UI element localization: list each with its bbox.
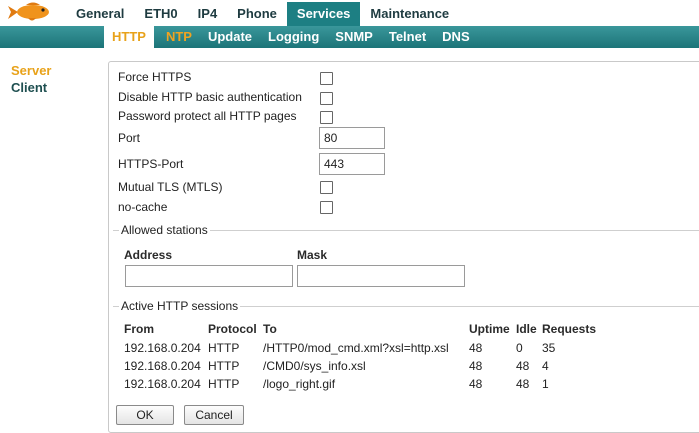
- mask-input[interactable]: [297, 265, 465, 287]
- goldfish-logo-icon: [8, 2, 49, 21]
- left-nav-server[interactable]: Server: [11, 62, 51, 79]
- subtab-logging[interactable]: Logging: [260, 26, 327, 48]
- subtab-http[interactable]: HTTP: [104, 26, 154, 48]
- session-to: /HTTP0/mod_cmd.xml?xsl=http.xsl: [263, 341, 449, 355]
- tab-phone[interactable]: Phone: [227, 2, 287, 26]
- subtab-snmp[interactable]: SNMP: [327, 26, 381, 48]
- settings-panel: Force HTTPS Disable HTTP basic authentic…: [108, 61, 699, 433]
- address-input[interactable]: [125, 265, 293, 287]
- password-protect-label: Password protect all HTTP pages: [118, 109, 297, 123]
- session-from: 192.168.0.204: [124, 341, 201, 355]
- sessions-legend: Active HTTP sessions: [119, 299, 241, 313]
- session-protocol: HTTP: [208, 359, 240, 373]
- disable-basic-auth-label: Disable HTTP basic authentication: [118, 90, 302, 104]
- session-from: 192.168.0.204: [124, 359, 201, 373]
- session-protocol: HTTP: [208, 341, 240, 355]
- no-cache-label: no-cache: [118, 200, 168, 214]
- tab-ip4[interactable]: IP4: [188, 2, 228, 26]
- left-nav-client[interactable]: Client: [11, 79, 51, 96]
- tab-eth0[interactable]: ETH0: [134, 2, 187, 26]
- from-column-header: From: [124, 322, 154, 336]
- tab-general[interactable]: General: [66, 2, 134, 26]
- to-column-header: To: [263, 322, 277, 336]
- session-uptime: 48: [469, 341, 483, 355]
- force-https-label: Force HTTPS: [118, 70, 192, 84]
- session-requests: 35: [542, 341, 556, 355]
- subtab-update[interactable]: Update: [200, 26, 260, 48]
- idle-column-header: Idle: [516, 322, 537, 336]
- subtab-telnet[interactable]: Telnet: [381, 26, 434, 48]
- session-uptime: 48: [469, 359, 483, 373]
- mtls-label: Mutual TLS (MTLS): [118, 180, 223, 194]
- mask-column-header: Mask: [297, 248, 328, 262]
- ok-button[interactable]: OK: [116, 405, 174, 425]
- allowed-stations-legend: Allowed stations: [119, 223, 210, 237]
- protocol-column-header: Protocol: [208, 322, 257, 336]
- address-column-header: Address: [124, 248, 173, 262]
- tab-services[interactable]: Services: [286, 2, 361, 26]
- sub-navigation: HTTP NTP Update Logging SNMP Telnet DNS: [104, 26, 478, 48]
- requests-column-header: Requests: [542, 322, 597, 336]
- session-requests: 1: [542, 377, 549, 391]
- cancel-button[interactable]: Cancel: [184, 405, 244, 425]
- session-to: /CMD0/sys_info.xsl: [263, 359, 366, 373]
- no-cache-checkbox[interactable]: [320, 201, 333, 214]
- session-idle: 48: [516, 359, 530, 373]
- session-requests: 4: [542, 359, 549, 373]
- session-uptime: 48: [469, 377, 483, 391]
- top-navigation: General ETH0 IP4 Phone Services Maintena…: [66, 2, 459, 26]
- session-from: 192.168.0.204: [124, 377, 201, 391]
- https-port-label: HTTPS-Port: [118, 157, 184, 171]
- session-to: /logo_right.gif: [263, 377, 336, 391]
- subtab-dns[interactable]: DNS: [434, 26, 477, 48]
- disable-basic-auth-checkbox[interactable]: [320, 92, 333, 105]
- https-port-input[interactable]: [319, 153, 385, 175]
- tab-maintenance[interactable]: Maintenance: [360, 2, 459, 26]
- sub-navigation-bar: HTTP NTP Update Logging SNMP Telnet DNS: [0, 26, 699, 48]
- password-protect-checkbox[interactable]: [320, 111, 333, 124]
- port-input[interactable]: [319, 127, 385, 149]
- uptime-column-header: Uptime: [469, 322, 510, 336]
- session-protocol: HTTP: [208, 377, 240, 391]
- left-navigation: Server Client: [11, 62, 51, 96]
- port-label: Port: [118, 131, 141, 145]
- subtab-ntp[interactable]: NTP: [158, 26, 200, 48]
- session-idle: 48: [516, 377, 530, 391]
- session-idle: 0: [516, 341, 523, 355]
- mtls-checkbox[interactable]: [320, 181, 333, 194]
- force-https-checkbox[interactable]: [320, 72, 333, 85]
